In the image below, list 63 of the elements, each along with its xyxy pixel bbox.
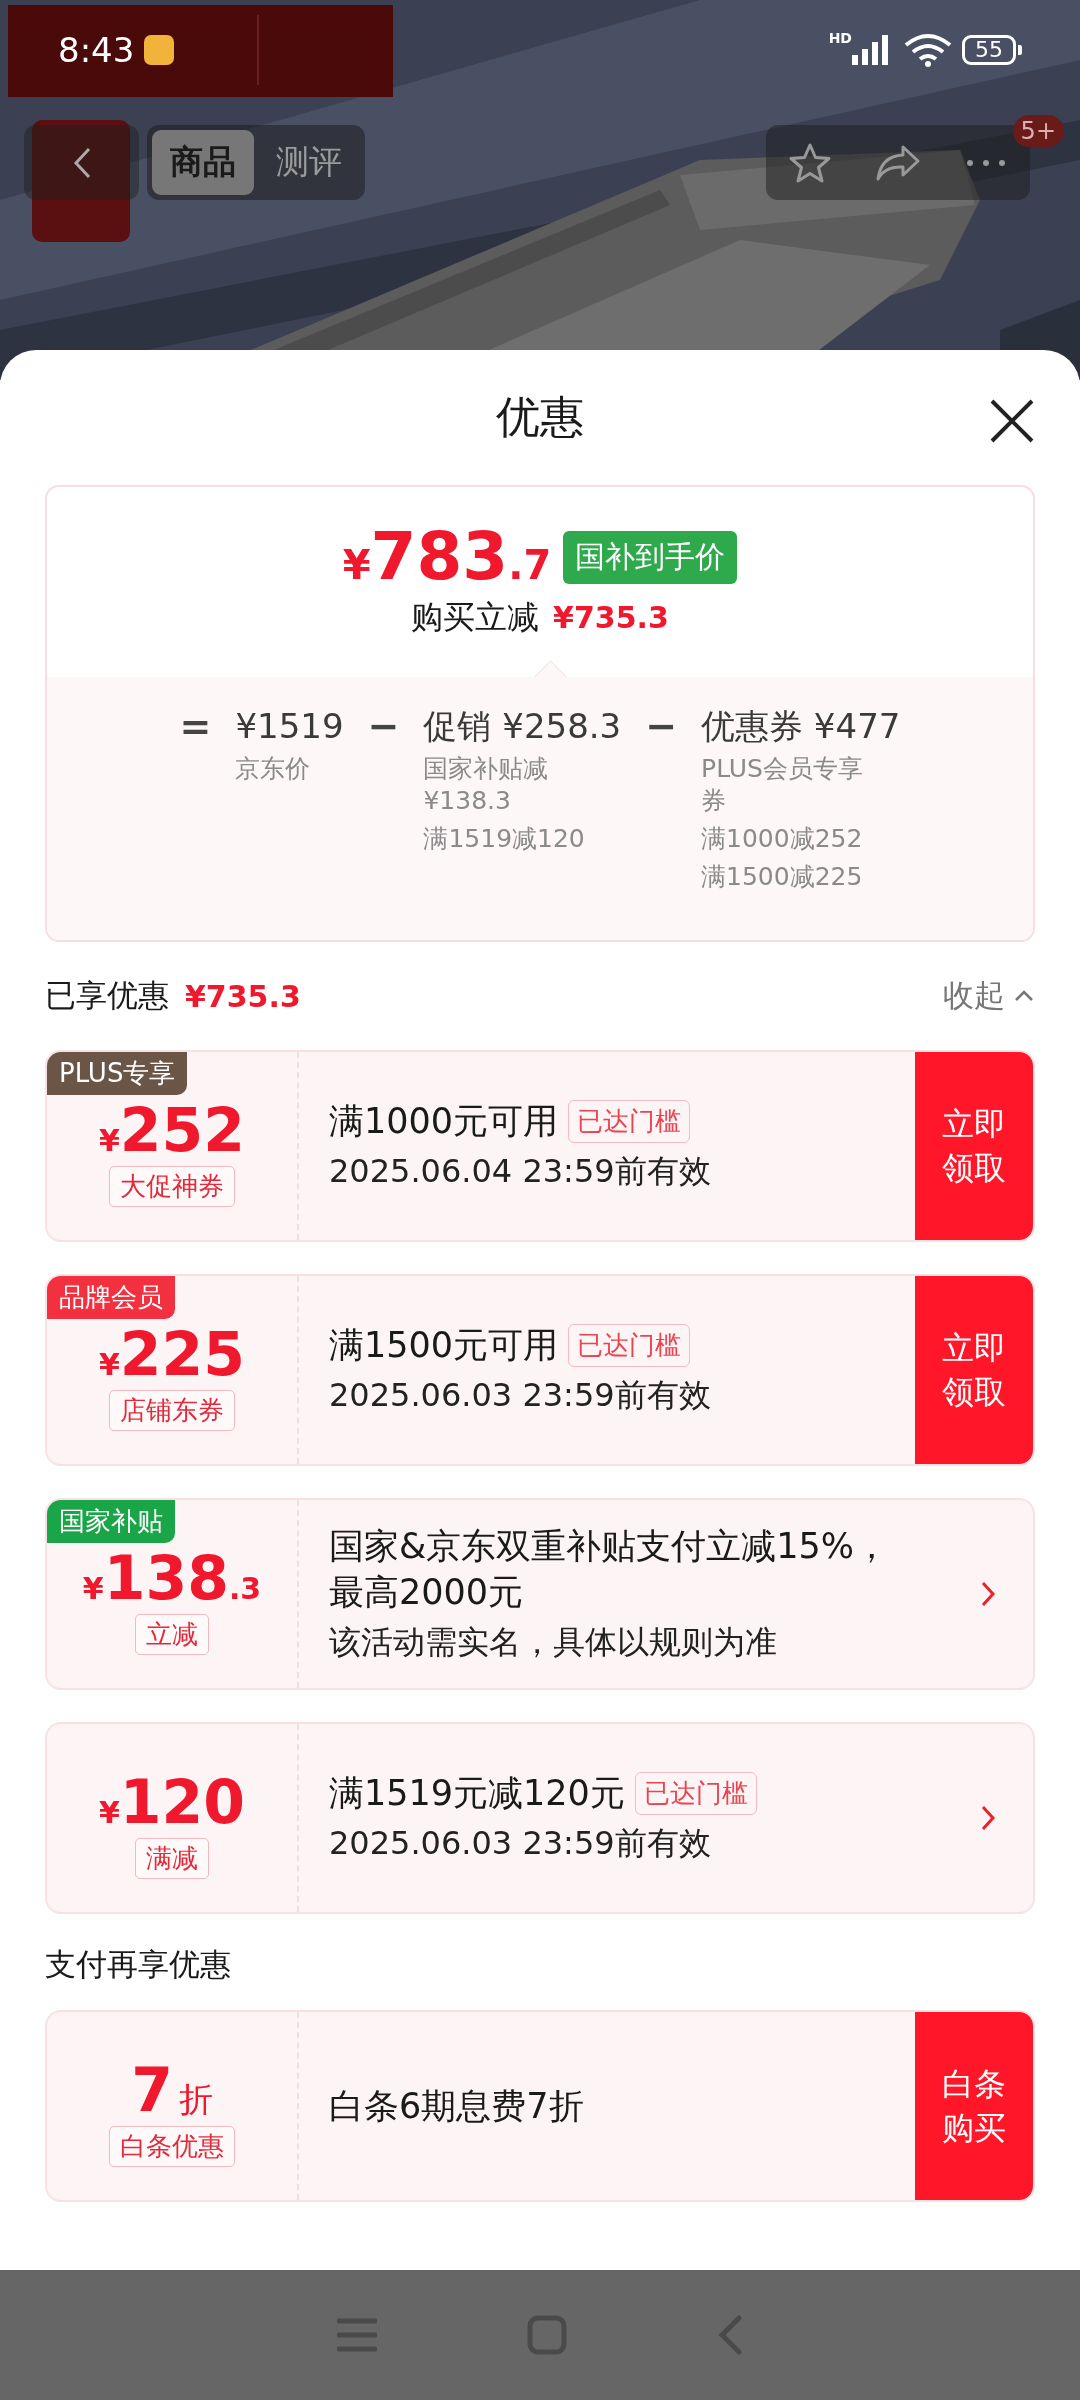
coupon-type: 满减 [135,1837,209,1879]
collapse-link[interactable]: 收起 [943,975,1035,1017]
close-icon[interactable] [989,398,1035,444]
claim-button[interactable]: 立即领取 [915,1052,1033,1240]
price-component: 促销 ¥258.3 [423,705,622,747]
component-detail: 满1519减120 [423,823,586,855]
chevron-left-icon [71,145,92,180]
price-component: 优惠券 ¥477 [701,705,901,747]
chevron-up-icon [1013,989,1035,1003]
wifi-icon [904,33,952,67]
coupon-note: 该活动需实名，具体以规则为准 [329,1622,778,1663]
home-icon[interactable] [527,2315,567,2355]
coupon-condition: 满1519元减120元 [329,1772,625,1815]
math-operator: − [645,705,678,750]
discount-total: ¥735.3 [185,978,301,1014]
coupon-condition: 国家&京东双重补贴支付立减15%，最高2000元 [329,1525,891,1614]
coupon-type: 立减 [135,1613,209,1655]
component-detail: 满1000减252 [701,823,864,855]
coupon-condition: 满1500元可用 [329,1324,559,1367]
threshold-badge: 已达门槛 [568,1323,691,1367]
coupon-amount: ¥225 [98,1323,246,1384]
back-button[interactable] [24,125,139,200]
claim-button[interactable]: 白条购买 [915,2012,1033,2200]
component-detail: 满1500减225 [701,861,864,893]
coupon-tag: PLUS专享 [47,1052,188,1095]
coupon-tag: 品牌会员 [47,1276,175,1319]
component-detail: PLUS会员专享券 [701,753,864,817]
sheet-title: 优惠 [496,390,584,444]
back-icon[interactable] [717,2315,743,2355]
price-component: ¥1519 [235,705,344,747]
menu-icon[interactable] [337,2317,377,2353]
coupon-amount: ¥138.3 [82,1547,262,1608]
coupon-condition: 满1000元可用 [329,1100,559,1143]
final-price: ¥783.7 [342,524,552,590]
nav-tab[interactable]: 测评 [258,130,360,195]
network-type: HD [828,30,852,46]
component-detail: 国家补贴减¥138.3 [423,753,550,817]
coupon-note: 2025.06.03 23:59前有效 [329,1375,712,1416]
claim-button[interactable]: 立即领取 [915,1276,1033,1464]
coupon-condition: 白条6期息费7折 [329,2085,584,2128]
math-operator: = [179,705,212,750]
section-title: 支付再享优惠 [45,1945,231,1984]
saving-amount: ¥735.3 [553,600,669,635]
saving-label: 购买立减 [411,597,540,638]
coupon-note: 2025.06.04 23:59前有效 [329,1151,712,1192]
coupon-tag: 国家补贴 [47,1500,175,1543]
status-time: 8:43 [58,30,135,70]
component-detail: 京东价 [235,753,312,785]
coupon-type: 大促神券 [109,1165,235,1207]
section-title: 已享优惠 [45,976,169,1015]
coupon-amount: ¥120 [98,1771,246,1832]
threshold-badge: 已达门槛 [634,1771,757,1815]
threshold-badge: 已达门槛 [568,1099,691,1143]
coupon-note: 2025.06.03 23:59前有效 [329,1823,712,1864]
coupon-type: 店铺东券 [109,1389,235,1431]
coupon-amount: ¥252 [98,1099,246,1160]
nav-tab[interactable]: 商品 [152,130,254,195]
coupon-amount: 7 折 [131,2059,213,2120]
battery-indicator: 55 [962,35,1022,65]
math-operator: − [367,705,400,750]
price-tag: 国补到手价 [563,530,738,584]
coupon-type: 白条优惠 [109,2125,235,2167]
notification-icon [144,35,175,65]
